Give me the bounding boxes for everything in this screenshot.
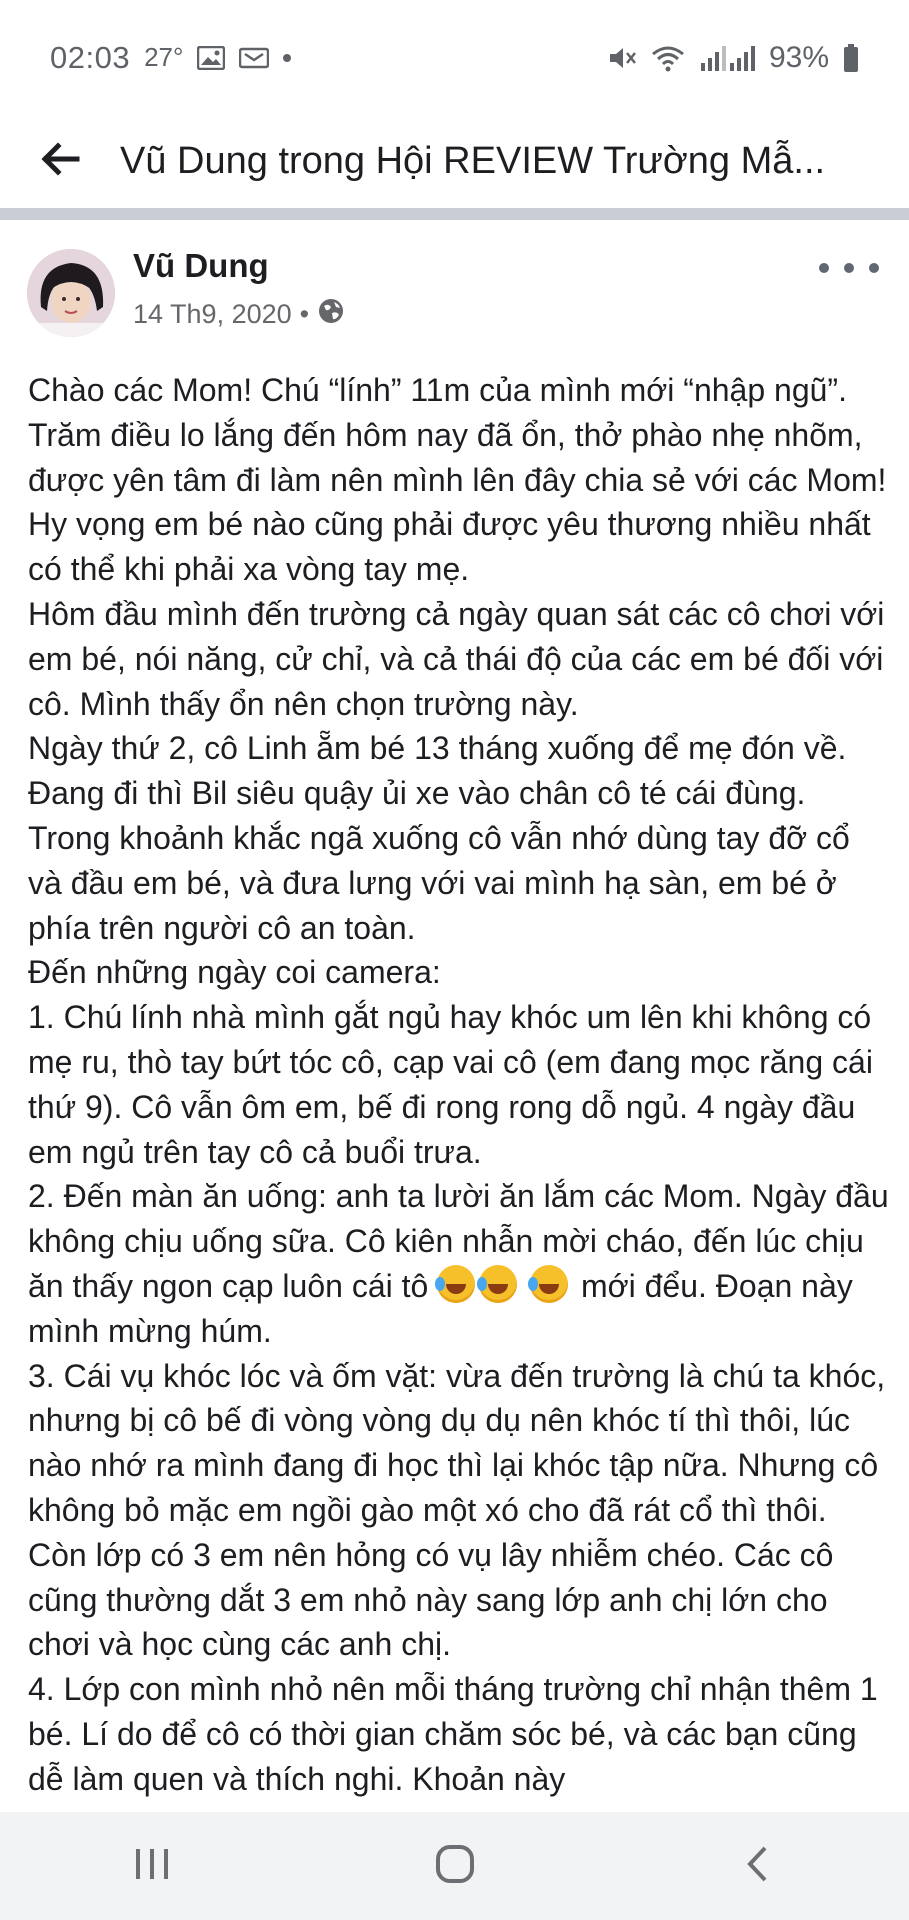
recents-icon (132, 1847, 172, 1886)
post-paragraph: Chào các Mom! Chú “lính” 11m của mình mớ… (28, 372, 887, 588)
page-title: Vũ Dung trong Hội REVIEW Trường Mẫ... (120, 139, 826, 182)
post-date[interactable]: 14 Th9, 2020 (133, 299, 292, 330)
post-paragraph: 3. Cái vụ khóc lóc và ốm vặt: vừa đến tr… (28, 1357, 886, 1663)
avatar[interactable] (27, 249, 115, 337)
post-header: Vũ Dung 14 Th9, 2020 • (0, 225, 909, 355)
post-paragraph: Đến những ngày coi camera: (28, 954, 441, 991)
status-right: 93% (607, 41, 859, 75)
more-dot (844, 263, 854, 273)
laughing-emoji-icon (477, 1264, 518, 1303)
image-icon (197, 45, 226, 70)
globe-icon (317, 297, 345, 332)
post-paragraph-emoji: 2. Đến màn ăn uống: anh ta lười ăn lắm c… (28, 1174, 890, 1353)
nav-back-button[interactable] (698, 1826, 818, 1906)
more-dot (869, 263, 879, 273)
header-divider (0, 208, 909, 220)
home-icon (435, 1844, 475, 1889)
more-options-button[interactable] (819, 253, 879, 283)
post-paragraph: 1. Chú lính nhà mình gắt ngủ hay khóc um… (28, 999, 873, 1170)
app-header: Vũ Dung trong Hội REVIEW Trường Mẫ... (0, 115, 909, 207)
recents-button[interactable] (92, 1826, 212, 1906)
status-bar: 02:03 27° 93% (0, 0, 909, 115)
battery-percent: 93% (768, 40, 829, 74)
mute-icon (607, 44, 637, 72)
voicemail-icon (239, 46, 270, 70)
author-name[interactable]: Vũ Dung (133, 247, 269, 285)
status-left: 02:03 27° (50, 39, 292, 76)
status-temperature: 27° (144, 42, 184, 72)
back-chevron-icon (745, 1845, 771, 1888)
laughing-emoji-icon (528, 1264, 569, 1303)
system-nav-bar (0, 1812, 909, 1920)
post-paragraph: 4. Lớp con mình nhỏ nên mỗi tháng trường… (28, 1671, 878, 1797)
laughing-emoji-icon (435, 1264, 476, 1303)
dot-icon (283, 53, 292, 62)
signal-icon (699, 45, 755, 71)
more-dot (819, 263, 829, 273)
post-paragraph: Ngày thứ 2, cô Linh ẵm bé 13 tháng xuống… (28, 730, 850, 946)
home-button[interactable] (395, 1826, 515, 1906)
post-meta: 14 Th9, 2020 • (133, 297, 345, 332)
meta-separator: • (299, 299, 310, 329)
post-body: Chào các Mom! Chú “lính” 11m của mình mớ… (28, 368, 890, 1808)
post-paragraph: Hôm đầu mình đến trường cả ngày quan sát… (28, 595, 885, 722)
status-time: 02:03 (50, 39, 131, 75)
wifi-icon (651, 44, 685, 72)
arrow-left-icon (40, 141, 80, 181)
battery-icon (843, 43, 859, 72)
back-button[interactable] (0, 115, 120, 207)
